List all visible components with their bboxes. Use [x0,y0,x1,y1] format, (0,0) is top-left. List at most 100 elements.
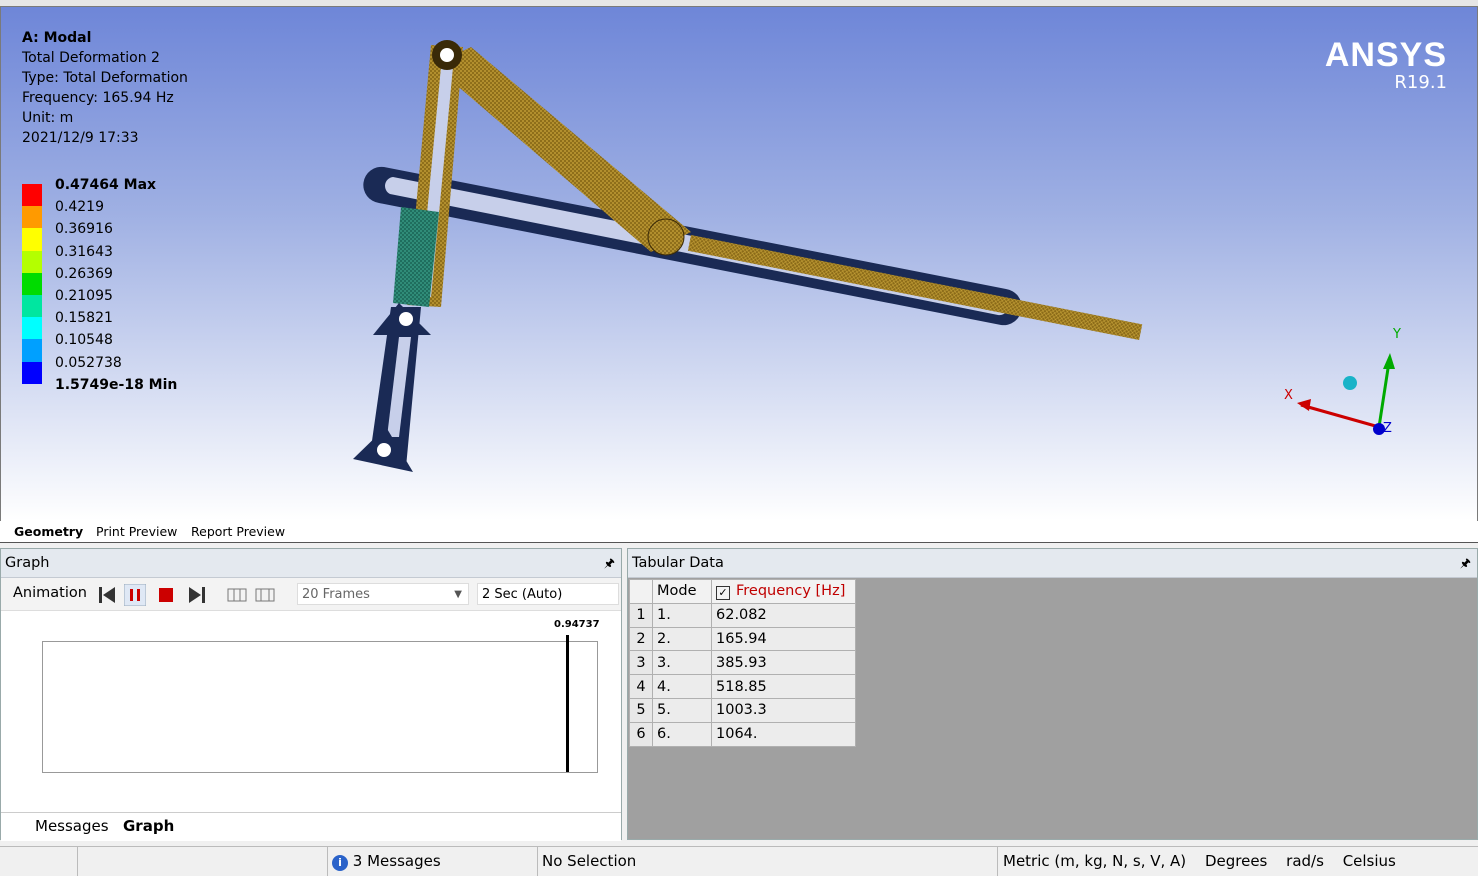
units-status[interactable]: Metric (m, kg, N, s, V, A) Degrees rad/s… [997,847,1443,876]
legend-swatch [22,184,42,207]
table-row[interactable]: 3 3. 385.93 [629,650,856,676]
result-unit: Unit: m [22,110,74,126]
tab-print-preview[interactable]: Print Preview [92,523,181,541]
view-tabs: Geometry Print Preview Report Preview [0,521,1478,543]
temperature-unit[interactable]: Celsius [1343,852,1396,870]
brand-version: R19.1 [1394,72,1447,93]
legend-label: 0.10548 [55,332,113,349]
frequency-cell[interactable]: 518.85 [711,674,856,699]
result-type: Type: Total Deformation [22,70,188,86]
legend-label: 0.36916 [55,221,113,238]
lower-link [353,303,431,472]
graph-bottom-tabs: Messages Graph [1,812,621,841]
tab-geometry[interactable]: Geometry [10,523,87,541]
legend-swatch [22,294,42,318]
row-index-cell[interactable]: 2 [629,626,653,652]
legend-swatch [22,317,42,340]
frequency-cell[interactable]: 385.93 [711,650,856,676]
legend-label: 1.5749e-18 Min [55,376,178,393]
ansys-logo: ANSYS R19.1 [1325,37,1447,93]
triad-z-label: Z [1383,421,1392,436]
frequency-cell[interactable]: 1003.3 [711,697,856,723]
checkbox-icon[interactable]: ✓ [716,585,730,600]
mode-cell[interactable]: 6. [652,721,712,747]
mode-cell[interactable]: 5. [652,697,712,723]
frequency-header-label: Frequency [Hz] [736,582,846,599]
row-index-cell[interactable]: 4 [629,674,653,699]
info-icon: i [332,855,348,871]
graph-panel-title: Graph [5,555,50,571]
frames-dropdown[interactable]: 20 Frames ▼ [297,583,469,605]
table-row[interactable]: 1 1. 62.082 [629,602,856,628]
axis-triad [1297,353,1395,435]
mechanism-model [353,40,1395,472]
frequency-cell[interactable]: 62.082 [711,602,856,628]
animation-graph-plot[interactable] [42,641,598,773]
frequency-cell[interactable]: 165.94 [711,626,856,652]
column-header-mode[interactable]: Mode [652,579,712,604]
triad-x-label: X [1284,388,1293,403]
row-index-cell[interactable]: 3 [629,650,653,676]
distributed-frames-icon[interactable] [226,584,248,606]
tabular-panel-title: Tabular Data [632,555,724,571]
stop-icon[interactable] [155,584,177,606]
next-frame-icon[interactable] [186,584,208,606]
angle-unit[interactable]: Degrees [1205,852,1267,870]
time-cursor[interactable] [566,635,569,772]
legend-swatch [22,361,42,384]
tabular-data-panel: Tabular Data 🖈 Mode ✓ Frequency [Hz] 1 1. 6… [627,548,1478,840]
result-info: A: Modal Total Deformation 2 Type: Total… [22,28,188,148]
legend-label: 0.47464 Max [55,177,157,193]
result-timestamp: 2021/12/9 17:33 [22,130,139,146]
legend-label: 0.052738 [55,354,122,371]
brand-name: ANSYS [1324,36,1447,74]
messages-count: 3 Messages [352,852,441,870]
column-header-frequency[interactable]: ✓ Frequency [Hz] [711,579,856,604]
table-row[interactable]: 4 4. 518.85 [629,674,856,699]
graph-panel: Graph 🖈 Animation 20 Frames ▼ 2 Sec (Aut… [0,548,622,841]
analysis-title: A: Modal [22,30,92,46]
table-row[interactable]: 2 2. 165.94 [629,626,856,652]
tab-messages[interactable]: Messages [35,817,109,835]
tab-report-preview[interactable]: Report Preview [187,523,289,541]
slotted-bar [363,166,1143,341]
table-row[interactable]: 6 6. 1064. [629,721,856,747]
mode-cell[interactable]: 4. [652,674,712,699]
pin-icon[interactable]: 🖈 [1460,549,1471,577]
legend-label: 0.15821 [55,310,113,327]
result-name: Total Deformation 2 [22,50,160,66]
status-segment-empty [77,847,328,876]
selection-status: No Selection [537,847,1002,876]
frequency-table: Mode ✓ Frequency [Hz] 1 1. 62.082 2 2. 165.94 3… [629,579,856,747]
duration-value: 2 Sec (Auto) [482,587,563,602]
mode-cell[interactable]: 3. [652,650,712,676]
mode-cell[interactable]: 2. [652,626,712,652]
row-index-cell[interactable]: 6 [629,721,653,747]
angular-velocity-unit[interactable]: rad/s [1286,852,1324,870]
pause-icon[interactable] [124,584,146,606]
frequency-cell[interactable]: 1064. [711,721,856,747]
tab-graph[interactable]: Graph [123,817,174,835]
unit-system[interactable]: Metric (m, kg, N, s, V, A) [1003,852,1186,870]
legend-label: 0.4219 [55,199,104,216]
table-header-row: Mode ✓ Frequency [Hz] [629,579,856,604]
messages-status[interactable]: i 3 Messages [327,847,540,876]
graph-panel-header: Graph 🖈 [1,549,621,578]
animation-toolbar: Animation 20 Frames ▼ 2 Sec (Auto) [1,578,621,611]
row-index-cell[interactable]: 5 [629,697,653,723]
triad-y-label: Y [1393,327,1401,342]
legend-swatch [22,339,42,362]
status-bar: i 3 Messages No Selection Metric (m, kg,… [0,846,1478,876]
row-index-cell[interactable]: 1 [629,602,653,628]
legend-label: 0.31643 [55,243,113,260]
legend-swatch [22,206,42,229]
previous-frame-icon[interactable] [96,584,118,606]
mode-cell[interactable]: 1. [652,602,712,628]
pin-icon[interactable]: 🖈 [604,549,615,577]
result-frames-icon[interactable] [254,584,276,606]
duration-dropdown[interactable]: 2 Sec (Auto) [477,583,619,605]
legend-label: 0.21095 [55,287,113,304]
graphics-viewport[interactable]: A: Modal Total Deformation 2 Type: Total… [0,6,1478,522]
time-cursor-value: 0.94737 [554,619,600,630]
table-row[interactable]: 5 5. 1003.3 [629,697,856,723]
